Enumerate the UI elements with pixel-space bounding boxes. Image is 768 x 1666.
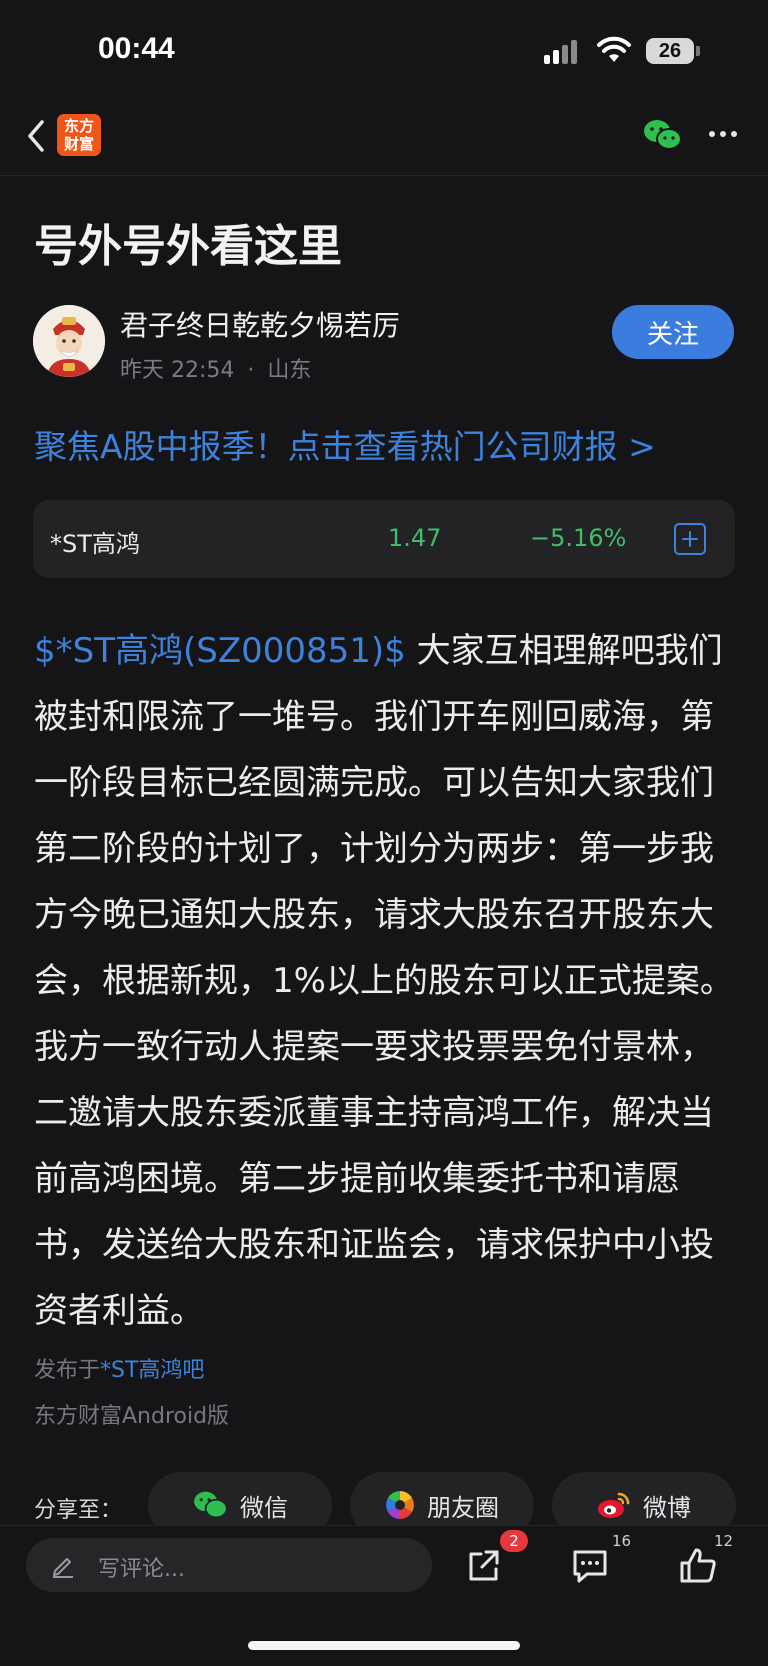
comment-input[interactable] bbox=[26, 1538, 432, 1592]
weibo-icon bbox=[598, 1492, 630, 1518]
share-label: 分享至： bbox=[34, 1498, 123, 1523]
post-time: 昨天 22:54 bbox=[120, 358, 235, 383]
status-time: 00:44 bbox=[98, 32, 175, 65]
cellular-signal-icon bbox=[544, 40, 577, 64]
share-icon[interactable] bbox=[464, 1546, 504, 1586]
comment-icon[interactable] bbox=[570, 1546, 610, 1586]
share-wechat-label: 微信 bbox=[240, 1493, 288, 1522]
comment-placeholder: 写评论... bbox=[98, 1557, 185, 1582]
meta-separator: · bbox=[247, 358, 255, 383]
wifi-icon bbox=[597, 36, 631, 62]
like-count: 12 bbox=[714, 1532, 734, 1550]
home-indicator[interactable] bbox=[248, 1641, 520, 1650]
post-meta: 昨天 22:54 · 山东 bbox=[120, 352, 311, 384]
share-moments-label: 朋友圈 bbox=[427, 1493, 499, 1522]
wechat-icon bbox=[194, 1491, 228, 1519]
battery-tip bbox=[696, 46, 700, 56]
avatar-illustration bbox=[33, 305, 105, 377]
post-content: $*ST高鸿(SZ000851)$ 大家互相理解吧我们被封和限流了一堆号。我们开… bbox=[34, 618, 736, 1344]
wechat-share-icon[interactable] bbox=[642, 118, 682, 152]
author-avatar[interactable] bbox=[33, 305, 105, 377]
logo-text-line1: 东方 bbox=[63, 117, 94, 135]
posted-bar-link[interactable]: *ST高鸿吧 bbox=[100, 1358, 204, 1383]
moments-icon bbox=[386, 1491, 414, 1519]
share-weibo-label: 微博 bbox=[643, 1493, 691, 1522]
add-watchlist-icon[interactable] bbox=[674, 523, 706, 555]
earnings-banner-link[interactable]: 聚焦A股中报季！点击查看热门公司财报 > bbox=[34, 420, 656, 468]
post-body-text: 大家互相理解吧我们被封和限流了一堆号。我们开车刚回威海，第一阶段目标已经圆满完成… bbox=[34, 631, 734, 1331]
client-source: 东方财富Android版 bbox=[34, 1404, 230, 1429]
post-title: 号外号外看这里 bbox=[34, 221, 342, 272]
follow-button[interactable]: 关注 bbox=[612, 305, 734, 359]
eastmoney-logo: 东方 财富 bbox=[57, 114, 101, 156]
pencil-icon bbox=[53, 1558, 73, 1578]
comment-count: 16 bbox=[612, 1532, 632, 1550]
battery-indicator: 26 bbox=[646, 38, 694, 64]
back-arrow-icon[interactable] bbox=[22, 116, 52, 156]
author-name[interactable]: 君子终日乾乾夕惕若厉 bbox=[120, 304, 400, 344]
stock-link[interactable]: $*ST高鸿(SZ000851)$ bbox=[34, 631, 406, 671]
share-badge: 2 bbox=[500, 1530, 528, 1552]
stock-price: 1.47 bbox=[388, 524, 442, 552]
logo-text-line2: 财富 bbox=[63, 135, 94, 153]
more-options-icon[interactable] bbox=[706, 122, 740, 146]
like-thumb-icon[interactable] bbox=[678, 1546, 718, 1586]
stock-change: −5.16% bbox=[530, 524, 627, 552]
nav-divider bbox=[0, 175, 768, 176]
posted-in: 发布于*ST高鸿吧 bbox=[34, 1352, 204, 1384]
posted-prefix: 发布于 bbox=[34, 1358, 101, 1383]
stock-name: *ST高鸿 bbox=[50, 530, 140, 558]
post-location: 山东 bbox=[267, 358, 312, 383]
